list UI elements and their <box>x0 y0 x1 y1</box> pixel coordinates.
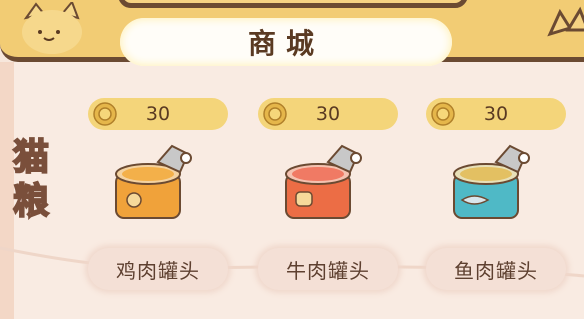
price-tag: 30 <box>426 98 566 130</box>
fish-can-icon <box>453 144 530 219</box>
header-top-tab <box>118 0 468 8</box>
shop-item-fish[interactable]: 30 鱼肉罐头 <box>426 98 566 298</box>
item-name: 鱼肉罐头 <box>454 258 538 283</box>
item-name-plate: 鸡肉罐头 <box>88 248 228 290</box>
shop-item-beef[interactable]: 30 牛肉罐头 <box>258 98 398 298</box>
price-tag: 30 <box>258 98 398 130</box>
price-value: 30 <box>315 103 341 125</box>
item-name: 牛肉罐头 <box>286 258 370 283</box>
price-value: 30 <box>483 103 509 125</box>
title-plate: 商城 <box>120 18 452 66</box>
item-name-plate: 牛肉罐头 <box>258 248 398 290</box>
page-title: 商城 <box>247 27 324 60</box>
cat-ear-icon <box>547 6 584 37</box>
shop-item-chicken[interactable]: 30 鸡肉罐头 <box>88 98 228 298</box>
cat-face-icon <box>22 2 82 54</box>
price-value: 30 <box>145 103 171 125</box>
price-tag: 30 <box>88 98 228 130</box>
item-name-plate: 鱼肉罐头 <box>426 248 566 290</box>
beef-can-icon <box>285 144 362 219</box>
chicken-can-icon <box>115 144 192 219</box>
category-label-char: 猫 <box>12 136 50 179</box>
category-tab-cat-food[interactable]: 猫 粮 <box>6 136 56 224</box>
category-label-char: 粮 <box>12 180 50 223</box>
item-name: 鸡肉罐头 <box>116 258 200 283</box>
